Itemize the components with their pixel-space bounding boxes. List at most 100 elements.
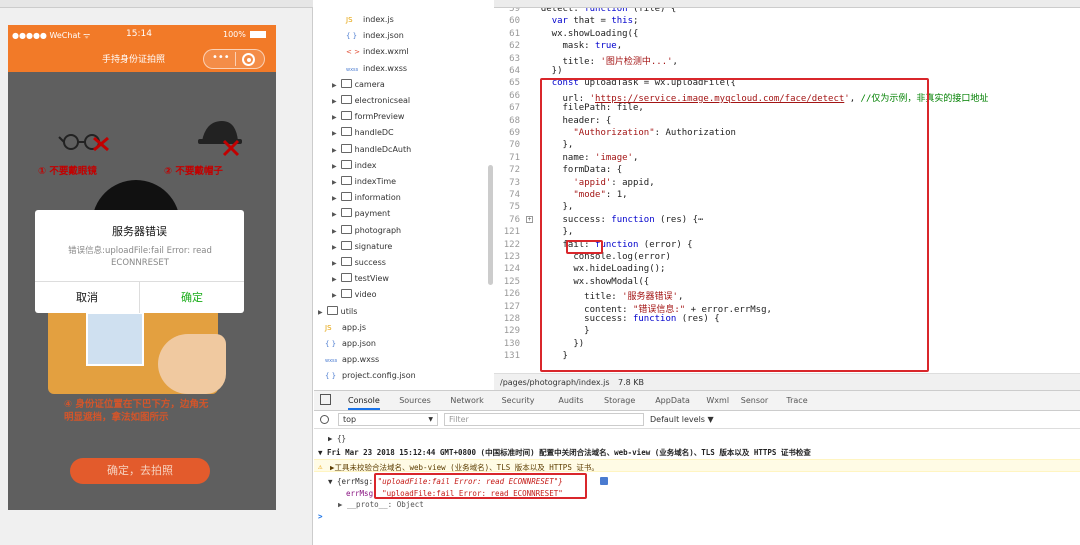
code-line[interactable]: title: '图片检测中...', — [530, 54, 678, 67]
close-miniprogram-icon[interactable] — [242, 53, 255, 66]
expand-arrow-icon[interactable]: ▶ — [332, 147, 337, 154]
expand-arrow-icon[interactable]: ▶ — [332, 130, 337, 137]
code-line[interactable]: }) — [530, 66, 563, 76]
tab-audits[interactable]: Audits — [558, 396, 583, 405]
console-filter-input[interactable]: Filter — [444, 413, 644, 426]
expand-arrow-icon[interactable]: ▶ — [332, 260, 337, 267]
line-number: 65 — [509, 78, 520, 89]
code-line[interactable]: wx.showLoading({ — [530, 29, 639, 39]
tab-sources[interactable]: Sources — [399, 396, 431, 405]
line-number: 67 — [509, 103, 520, 114]
tree-item-payment[interactable]: ▶ payment — [332, 206, 390, 222]
code-line[interactable]: mask: true, — [530, 41, 623, 51]
console-log-config[interactable]: ▼ Fri Mar 23 2018 15:12:44 GMT+0800 (中国标… — [318, 447, 811, 458]
modal-ok-button[interactable]: 确定 — [140, 282, 244, 313]
line-number: 75 — [509, 202, 520, 213]
expand-arrow-icon[interactable]: ▶ — [332, 82, 337, 89]
tree-item-index-wxml[interactable]: < > index.wxml — [346, 44, 409, 60]
expand-arrow-icon[interactable]: ▶ — [332, 195, 337, 202]
tab-sensor[interactable]: Sensor — [741, 396, 768, 405]
expand-arrow-icon[interactable]: ▶ — [332, 276, 337, 283]
tree-item-index-wxss[interactable]: wxss index.wxss — [346, 61, 407, 77]
tree-item-label: video — [354, 290, 377, 300]
folder-icon — [341, 258, 355, 267]
more-icon[interactable]: ••• — [212, 52, 230, 63]
confirm-photo-button[interactable]: 确定，去拍照 — [70, 458, 210, 484]
tab-storage[interactable]: Storage — [604, 396, 635, 405]
expand-arrow-icon[interactable]: ▶ — [332, 98, 337, 105]
tab-security[interactable]: Security — [502, 396, 535, 405]
expand-arrow-icon[interactable]: ▶ — [332, 114, 337, 121]
fold-expand-icon[interactable]: + — [526, 215, 533, 223]
tree-item-index-js[interactable]: JS index.js — [346, 12, 394, 28]
tree-item-testview[interactable]: ▶ testView — [332, 271, 389, 287]
expand-arrow-icon[interactable]: ▶ — [318, 309, 323, 316]
line-number: 66 — [509, 90, 520, 101]
tree-item-information[interactable]: ▶ information — [332, 190, 401, 206]
code-line[interactable]: var that = this; — [530, 16, 639, 26]
tab-wxml[interactable]: Wxml — [706, 396, 729, 405]
folder-icon — [341, 274, 355, 283]
capsule-menu[interactable]: ••• — [203, 49, 265, 69]
tip-id-position: ④ 身份证位置在下巴下方，边角无明显遮挡，拿法如图所示 — [64, 399, 209, 423]
context-select[interactable]: top ▼ — [338, 413, 438, 426]
tree-item-label: signature — [354, 241, 393, 251]
tab-trace[interactable]: Trace — [786, 396, 807, 405]
line-number: 72 — [509, 165, 520, 176]
tab-appdata[interactable]: AppData — [655, 396, 690, 405]
clear-console-icon[interactable] — [320, 415, 329, 424]
tree-item-app-wxss[interactable]: wxss app.wxss — [325, 352, 379, 368]
log-levels-select[interactable]: Default levels ▼ — [650, 415, 714, 424]
file-type-icon: wxss — [346, 66, 359, 73]
tree-item-success[interactable]: ▶ success — [332, 255, 386, 271]
console-prompt[interactable]: > — [318, 512, 323, 521]
expand-arrow-icon[interactable]: ▶ — [332, 292, 337, 299]
proto-row[interactable]: ▶ __proto__: Object — [338, 500, 424, 509]
status-bar: ●●●●● WeChat ᯤ 15:14 100% — [8, 25, 276, 45]
console-log-object[interactable]: ▶ {} — [328, 434, 346, 443]
tree-item-label: app.wxss — [342, 355, 380, 365]
tree-item-app-js[interactable]: JS app.js — [325, 320, 366, 336]
tree-item-label: utils — [340, 306, 358, 316]
simulator-toolbar — [0, 0, 313, 8]
file-type-icon: { } — [346, 32, 358, 41]
tip-no-glasses: ① 不要戴眼镜 — [38, 166, 97, 177]
highlight-box-upload — [540, 78, 929, 372]
tree-item-label: indexTime — [354, 177, 397, 186]
tree-item-electronicseal[interactable]: ▶ electronicseal — [332, 93, 410, 109]
expand-arrow-icon[interactable]: ▶ — [332, 163, 337, 170]
battery-icon — [250, 31, 266, 38]
line-number: 123 — [503, 252, 520, 262]
inspect-icon[interactable] — [320, 394, 331, 405]
tree-item-app-json[interactable]: { } app.json — [325, 336, 376, 352]
expand-arrow-icon[interactable]: ▶ — [332, 211, 337, 218]
tree-item-video[interactable]: ▶ video — [332, 287, 376, 303]
tree-item-index-json[interactable]: { } index.json — [346, 28, 404, 44]
expand-arrow-icon[interactable]: ▶ — [332, 244, 337, 251]
tree-item-formpreview[interactable]: ▶ formPreview — [332, 109, 404, 125]
expand-arrow-icon[interactable]: ▶ — [332, 179, 337, 186]
warning-text[interactable]: ▶工具未校验合法域名、web-view (业务域名)、TLS 版本以及 HTTP… — [330, 462, 599, 473]
line-number: 121 — [503, 227, 520, 238]
tree-item-utils[interactable]: ▶ utils — [318, 304, 357, 320]
tree-item-signature[interactable]: ▶ signature — [332, 239, 392, 255]
folder-icon — [341, 145, 355, 154]
tree-item-label: index.json — [363, 31, 404, 41]
tree-item-project-config-json[interactable]: { } project.config.json — [325, 368, 416, 384]
line-number: 69 — [509, 128, 520, 138]
tree-item-photograph[interactable]: ▶ photograph — [332, 223, 401, 239]
folder-icon — [341, 112, 355, 121]
tab-network[interactable]: Network — [450, 396, 483, 405]
id-card-illustration-card — [86, 312, 144, 366]
line-number: 62 — [509, 41, 520, 52]
tree-item-indextime[interactable]: ▶ indexTime — [332, 174, 396, 190]
line-number: 68 — [509, 115, 520, 126]
tab-console[interactable]: Console — [348, 396, 380, 410]
tree-item-index[interactable]: ▶ index — [332, 158, 377, 174]
tree-scrollbar[interactable] — [488, 165, 493, 285]
tree-item-handledc[interactable]: ▶ handleDC — [332, 125, 394, 141]
modal-cancel-button[interactable]: 取消 — [35, 282, 139, 313]
expand-arrow-icon[interactable]: ▶ — [332, 228, 337, 235]
tree-item-camera[interactable]: ▶ camera — [332, 77, 385, 93]
tree-item-handledcauth[interactable]: ▶ handleDcAuth — [332, 142, 411, 158]
